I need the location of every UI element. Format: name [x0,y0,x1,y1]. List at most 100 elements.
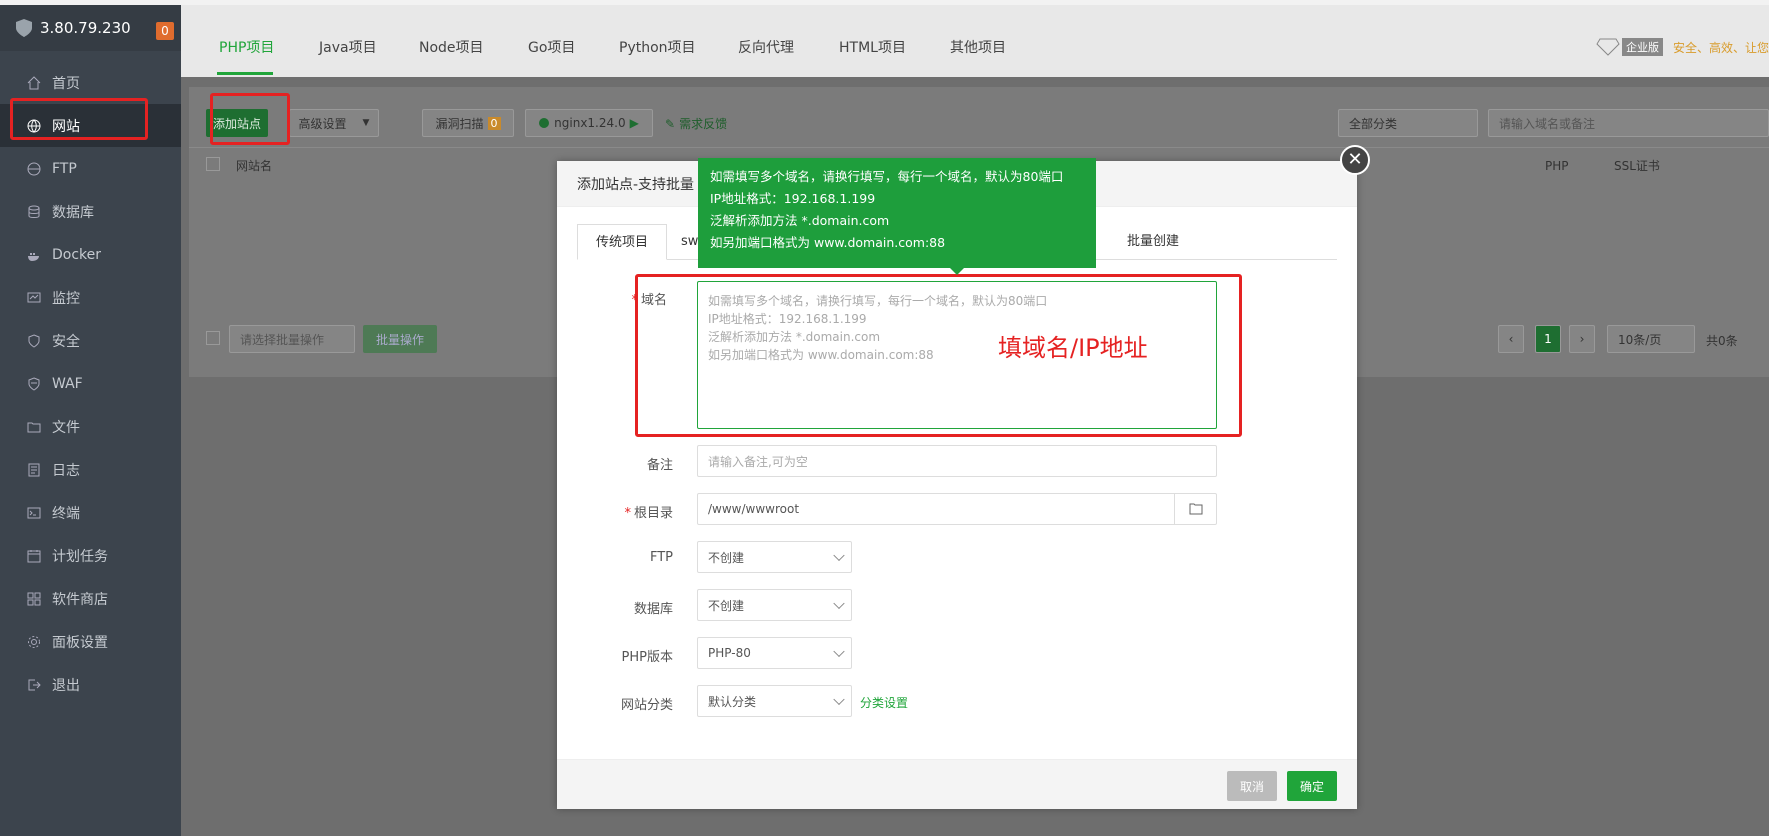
sidebar-item-label: 文件 [52,419,80,436]
ftp-value: 不创建 [708,550,745,565]
tab-html[interactable]: HTML项目 [839,37,906,57]
root-dir-label-text: 根目录 [633,506,673,521]
total-count: 共0条 [1706,334,1738,348]
docker-icon [27,248,41,262]
sidebar-item-label: 日志 [52,462,80,479]
shield-icon [27,333,41,348]
batch-select[interactable]: 请选择批量操作 [229,325,355,353]
tooltip-line: 如需填写多个域名，请换行填写，每行一个域名，默认为80端口 [710,169,1064,184]
sidebar-item-label: 数据库 [52,204,94,221]
sidebar-item-label: WAF [52,375,83,392]
waf-icon [27,376,41,391]
per-page-select[interactable]: 10条/页 [1607,325,1695,353]
root-dir-input[interactable]: /www/wwwroot [697,493,1217,525]
next-page-button[interactable]: › [1569,325,1595,353]
folder-icon [1189,503,1202,515]
edit-icon: ✎ [665,116,676,131]
row-select-checkbox[interactable] [206,331,220,345]
tab-traditional-project[interactable]: 传统项目 [577,224,668,260]
nginx-label: nginx1.24.0 [554,116,626,130]
sidebar-item-logs[interactable]: 日志 [0,448,181,491]
enterprise-text: 安全、高效、让您 [1672,40,1769,55]
select-all-checkbox[interactable] [206,157,220,171]
calendar-icon [27,549,41,563]
sidebar-item-docker[interactable]: Docker [0,233,181,276]
monitor-icon [27,291,41,305]
chevron-down-icon [833,549,845,562]
root-dir-value: /www/wwwroot [708,502,800,516]
tab-java[interactable]: Java项目 [319,37,377,57]
remark-input[interactable]: 请输入备注,可为空 [697,445,1217,477]
vuln-scan-label: 漏洞扫描 [435,116,484,131]
category-value: 全部分类 [1349,116,1398,131]
vuln-scan-button[interactable]: 漏洞扫描 0 [422,109,514,137]
sidebar-item-store[interactable]: 软件商店 [0,577,181,620]
batch-operation-button[interactable]: 批量操作 [363,325,437,353]
ftp-select[interactable]: 不创建 [697,541,852,573]
feedback-link[interactable]: ✎ 需求反馈 [665,115,727,132]
table-divider [189,147,1769,148]
sidebar-item-label: 软件商店 [52,591,108,608]
store-icon [27,592,41,606]
remark-label: 备注 [646,458,673,473]
site-category-select[interactable]: 默认分类 [697,685,852,717]
vuln-count-badge: 0 [487,116,501,130]
sidebar-item-label: 首页 [52,75,80,92]
dialog-footer: 取消 确定 [557,759,1357,809]
cancel-button[interactable]: 取消 [1227,771,1277,801]
sidebar-item-terminal[interactable]: 终端 [0,491,181,534]
active-tab-indicator [217,72,273,75]
sidebar-item-ftp[interactable]: FTP [0,147,181,190]
shield-logo-icon [16,19,32,37]
sidebar-item-monitor[interactable]: 监控 [0,276,181,319]
sidebar-item-security[interactable]: 安全 [0,319,181,362]
php-version-value: PHP-80 [708,646,751,660]
diamond-icon [1596,38,1620,56]
root-dir-label: * 根目录 [624,506,673,521]
tab-reverse-proxy[interactable]: 反向代理 [738,37,794,57]
tab-other[interactable]: 其他项目 [950,37,1006,57]
advanced-settings-label: 高级设置 [298,116,347,131]
sidebar-item-database[interactable]: 数据库 [0,190,181,233]
advanced-settings-button[interactable]: 高级设置 ▼ [289,109,379,137]
current-page[interactable]: 1 [1535,325,1561,353]
sidebar-item-settings[interactable]: 面板设置 [0,620,181,663]
domain-help-tooltip: 如需填写多个域名，请换行填写，每行一个域名，默认为80端口 IP地址格式：192… [698,158,1096,275]
tab-php[interactable]: PHP项目 [219,37,274,57]
tab-batch-create[interactable]: 批量创建 [1109,224,1197,260]
tab-python[interactable]: Python项目 [619,37,696,57]
sidebar-item-logout[interactable]: 退出 [0,663,181,706]
sidebar-item-label: 退出 [52,677,80,694]
search-input[interactable]: 请输入域名或备注 [1488,109,1769,137]
tooltip-line: 泛解析添加方法 *.domain.com [710,213,890,228]
remark-placeholder: 请输入备注,可为空 [708,454,808,469]
chevron-down-icon [833,597,845,610]
ftp-icon [27,162,41,176]
enterprise-promo[interactable]: 企业版 安全、高效、让您 [1596,38,1769,56]
nginx-button[interactable]: nginx1.24.0 ▶ [525,109,653,137]
tab-go[interactable]: Go项目 [528,37,575,57]
sidebar-item-cron[interactable]: 计划任务 [0,534,181,577]
sidebar-item-waf[interactable]: WAF [0,362,181,405]
folder-picker-button[interactable] [1174,494,1216,524]
php-version-select[interactable]: PHP-80 [697,637,852,669]
category-select[interactable]: 全部分类 [1338,109,1478,137]
sidebar-item-label: 监控 [52,290,80,307]
sidebar-item-files[interactable]: 文件 [0,405,181,448]
category-settings-link[interactable]: 分类设置 [860,694,908,711]
close-icon[interactable]: ✕ [1340,145,1370,175]
prev-page-button[interactable]: ‹ [1498,325,1524,353]
column-header-site[interactable]: 网站名 [236,157,272,174]
server-host: 3.80.79.230 0 [0,5,181,51]
column-header-ssl[interactable]: SSL证书 [1614,157,1660,174]
chevron-down-icon [833,693,845,706]
sidebar-item-label: 计划任务 [52,548,108,565]
tab-node[interactable]: Node项目 [419,37,484,57]
ftp-label: FTP [649,550,673,565]
confirm-button[interactable]: 确定 [1287,771,1337,801]
sidebar-item-label: 终端 [52,505,80,522]
notification-badge[interactable]: 0 [156,22,174,40]
nginx-icon [539,118,550,128]
highlight-domain-field [635,274,1242,437]
database-select[interactable]: 不创建 [697,589,852,621]
